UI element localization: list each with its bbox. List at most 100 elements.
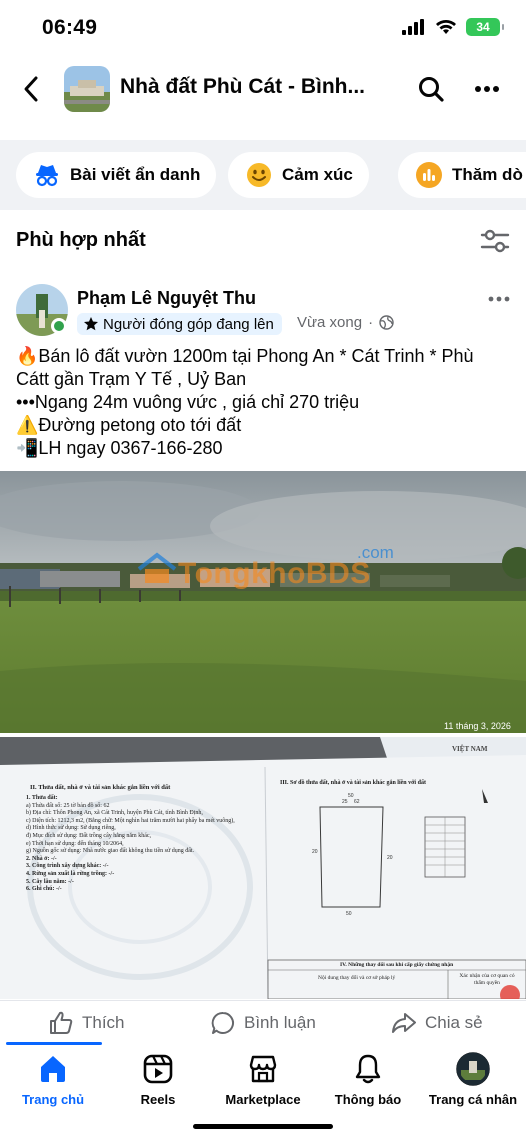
cert-changes-col1: Nội dung thay đổi và cơ sở pháp lý [318, 975, 396, 981]
wifi-icon [436, 20, 456, 34]
star-badge-icon [84, 317, 98, 331]
anonymous-icon [34, 162, 60, 188]
tab-label: Marketplace [225, 1092, 301, 1107]
filter-sliders-icon[interactable] [480, 228, 510, 254]
plan-label: 20 [387, 855, 393, 861]
post-more-button[interactable] [484, 286, 514, 312]
cert-line: 1. Thửa đất: [26, 795, 58, 801]
signal-icon [402, 19, 424, 35]
comment-label: Bình luận [244, 1013, 316, 1032]
photo-date-stamp: 11 tháng 3, 2026 [444, 721, 511, 731]
group-title[interactable]: Nhà đất Phù Cát - Bình... [120, 75, 390, 99]
chip-label: Thăm dò ý [452, 165, 526, 184]
status-bar: 06:49 34 [0, 0, 526, 56]
share-label: Chia sẻ [425, 1013, 483, 1032]
poll-icon [416, 162, 442, 188]
tab-profile[interactable]: Trang cá nhân [423, 1052, 523, 1107]
post-meta: Vừa xong · [297, 314, 394, 331]
cert-stamp-text: VIỆT NAM [452, 745, 488, 753]
marketplace-icon [246, 1052, 280, 1086]
smiley-icon [246, 162, 272, 188]
comment-button[interactable]: Bình luận [210, 1010, 316, 1036]
comment-icon [211, 1011, 234, 1034]
cert-right-heading: III. Sơ đồ thửa đất, nhà ở và tài sản kh… [280, 780, 426, 786]
search-button[interactable] [414, 72, 448, 106]
tab-notifications[interactable]: Thông báo [318, 1052, 418, 1107]
post-line: ⚠️Đường petong oto tới đất [16, 415, 242, 435]
profile-avatar-icon [456, 1052, 490, 1086]
cert-changes-heading: IV. Những thay đổi sau khi cấp giấy chứn… [340, 962, 454, 968]
chip-poll[interactable]: Thăm dò ý [398, 152, 526, 198]
chip-label: Cảm xúc [282, 165, 353, 184]
globe-icon [379, 315, 394, 330]
group-header: Nhà đất Phù Cát - Bình... [0, 60, 526, 122]
group-cover-thumbnail[interactable] [64, 66, 110, 112]
author-name[interactable]: Phạm Lê Nguyệt Thu [77, 288, 256, 309]
watermark-domain: .com [357, 543, 394, 562]
tab-marketplace[interactable]: Marketplace [213, 1052, 313, 1107]
contributor-badge[interactable]: Người đóng góp đang lên [77, 313, 282, 335]
like-button[interactable]: Thích [48, 1010, 125, 1036]
back-button[interactable] [14, 72, 48, 106]
meta-separator: · [368, 314, 374, 331]
cert-line: 2. Nhà ở: -/- [26, 855, 57, 862]
more-dots-icon [488, 296, 510, 302]
watermark-brand: TongkhoBDS [178, 557, 371, 590]
home-indicator [193, 1124, 333, 1129]
tab-reels[interactable]: Reels [108, 1052, 208, 1107]
cert-line: 6. Ghi chú: -/- [26, 886, 62, 893]
feed-sort-header: Phù hợp nhất [0, 220, 526, 264]
cert-left-lines: 1. Thửa đất: a) Thửa đất số: 25 tờ bản đ… [26, 795, 266, 894]
post-photo-land[interactable]: TongkhoBDS .com 11 tháng 3, 2026 [0, 471, 526, 733]
badge-label: Người đóng góp đang lên [103, 315, 274, 333]
post-action-bar: Thích Bình luận Chia sẻ [0, 1000, 526, 1044]
online-status-dot [51, 318, 67, 334]
cert-changes-col2: Xác nhận của cơ quan có thẩm quyền [459, 973, 515, 986]
bell-icon [351, 1052, 385, 1086]
battery-icon: 34 [466, 18, 504, 36]
active-tab-indicator [6, 1042, 102, 1045]
battery-level: 34 [476, 20, 490, 34]
post-time[interactable]: Vừa xong [297, 314, 362, 331]
cert-line: 4. Rừng sản xuất là rừng trồng: -/- [26, 870, 115, 877]
share-button[interactable]: Chia sẻ [391, 1010, 483, 1036]
reels-icon [141, 1052, 175, 1086]
tab-label: Trang chủ [21, 1092, 85, 1107]
plan-label: 25 [342, 799, 348, 805]
section-title: Phù hợp nhất [16, 229, 146, 251]
plan-label: 50 [348, 793, 354, 799]
post-photo-certificate[interactable]: II. Thửa đất, nhà ở và tài sản khác gắn … [0, 737, 526, 999]
cert-line: b) Địa chỉ: Thôn Phong An, xã Cát Trinh,… [26, 810, 203, 817]
more-options-button[interactable] [470, 72, 504, 106]
tab-label: Trang cá nhân [428, 1092, 518, 1107]
post-line: 📲LH ngay 0367-166-280 [16, 438, 223, 458]
post-type-chip-row: Bài viết ẩn danh Cảm xúc Thăm dò ý [0, 140, 526, 210]
search-icon [419, 77, 444, 102]
post-line: 🔥Bán lô đất vườn 1200m tại Phong An * Cá… [16, 346, 474, 366]
plan-label: 62 [354, 799, 360, 805]
chip-label: Bài viết ẩn danh [70, 165, 201, 184]
tab-label: Reels [140, 1092, 176, 1107]
plan-label: 20 [312, 849, 318, 855]
chip-feeling[interactable]: Cảm xúc [228, 152, 369, 198]
cert-line: 3. Công trình xây dựng khác: -/- [26, 863, 109, 870]
chevron-left-icon [24, 76, 38, 102]
more-dots-icon [475, 86, 499, 92]
post-header: Phạm Lê Nguyệt Thu Người đóng góp đang l… [0, 284, 526, 340]
cert-line: 5. Cây lâu năm: -/- [26, 878, 74, 885]
cert-left-heading: II. Thửa đất, nhà ở và tài sản khác gắn … [30, 784, 171, 791]
plan-label: 50 [346, 911, 352, 917]
status-time: 06:49 [42, 16, 98, 39]
thumbs-up-icon [50, 1011, 73, 1034]
tab-label: Thông báo [334, 1092, 402, 1107]
share-icon [392, 1013, 416, 1033]
tab-home[interactable]: Trang chủ [3, 1052, 103, 1107]
cert-line: đ) Mục đích sử dụng: Đất trồng cây hằng … [26, 832, 152, 839]
chip-anonymous-post[interactable]: Bài viết ẩn danh [16, 152, 217, 198]
post-line: •••Ngang 24m vuông vức , giá chỉ 270 tri… [16, 392, 360, 412]
post-line: Cátt gần Trạm Y Tế , Uỷ Ban [16, 369, 247, 389]
group-cover-image [64, 66, 110, 112]
cert-line: d) Hình thức sử dụng: Sử dụng riêng, [26, 825, 116, 832]
watermark-house-icon [137, 552, 177, 583]
post-body: 🔥Bán lô đất vườn 1200m tại Phong An * Cá… [16, 345, 516, 460]
